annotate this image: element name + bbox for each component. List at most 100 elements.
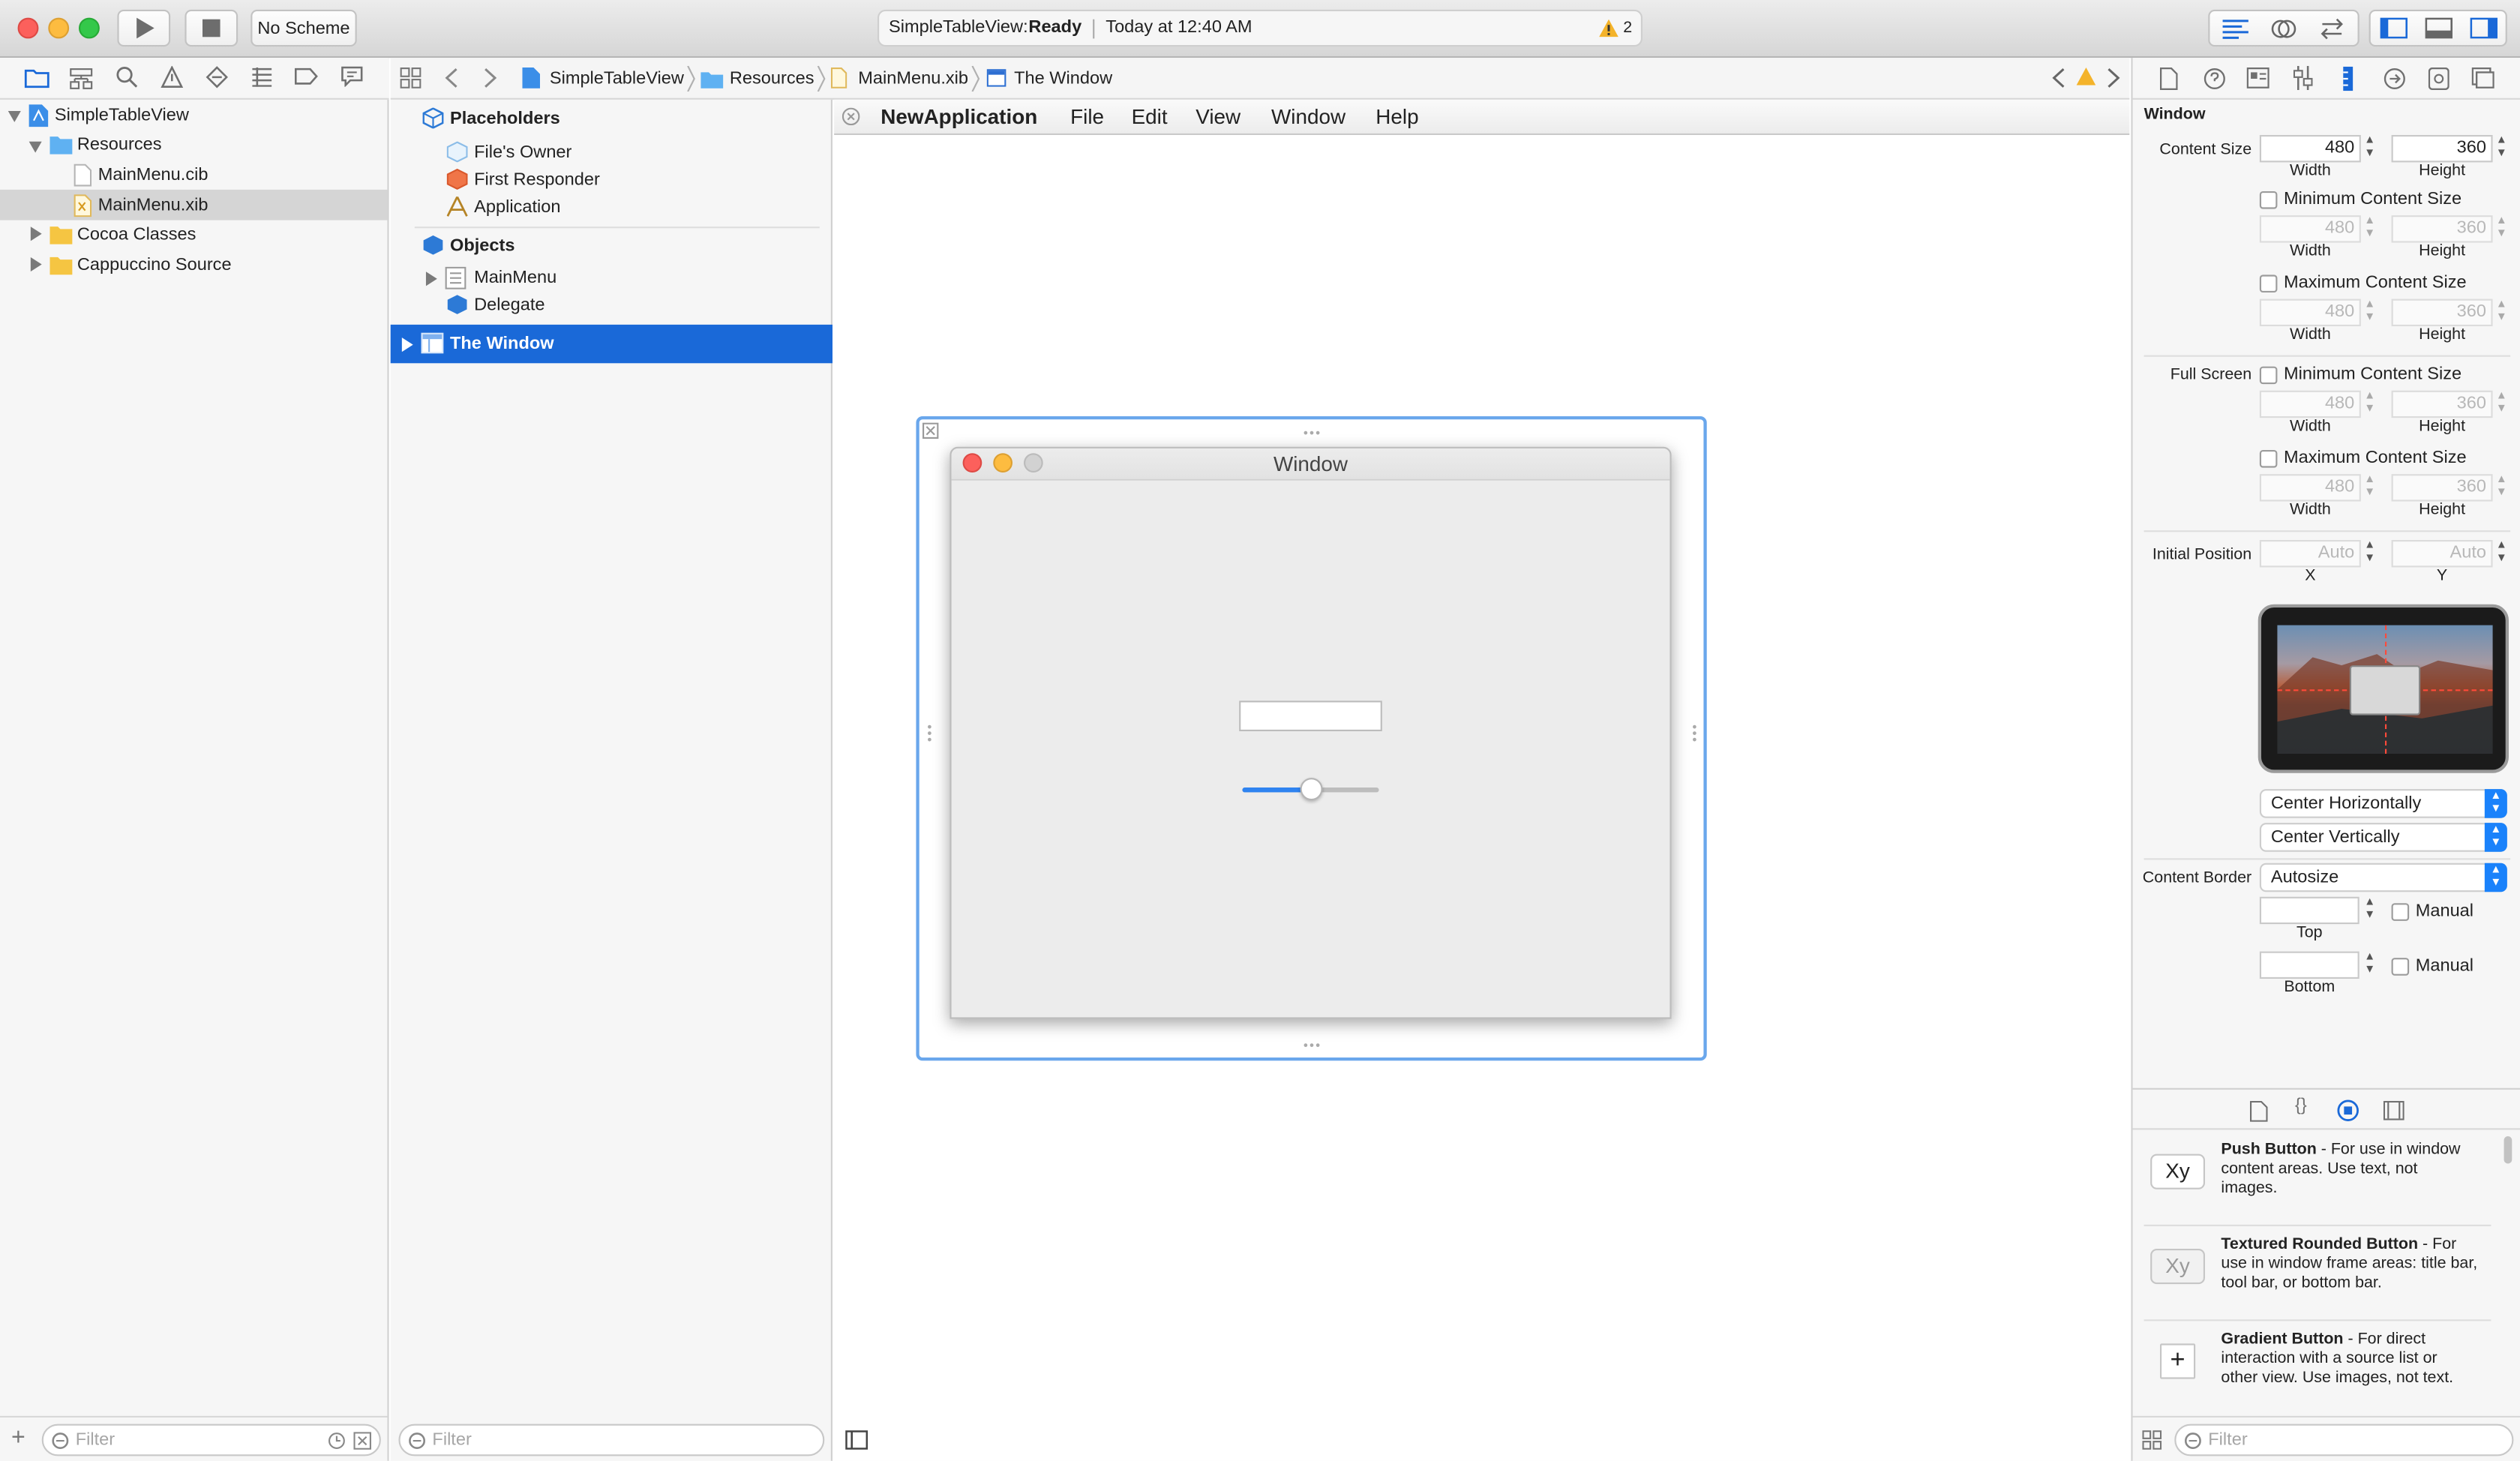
fs-max-height-stepper[interactable]: ▲ ▼: [2494, 474, 2509, 501]
bindings-inspector-icon[interactable]: [2428, 68, 2450, 90]
min-height-field[interactable]: 360: [2391, 215, 2493, 243]
slider-knob[interactable]: [1299, 778, 1322, 801]
navigator-item-mainmenu-cib[interactable]: MainMenu.cib: [98, 160, 208, 190]
border-bottom-field[interactable]: [2259, 951, 2360, 979]
height-stepper[interactable]: ▲ ▼: [2494, 135, 2509, 162]
min-width-stepper[interactable]: ▲ ▼: [2362, 215, 2377, 242]
menu-app-name[interactable]: NewApplication: [880, 103, 1037, 132]
resize-handle-top[interactable]: •••: [1304, 426, 1322, 440]
content-border-popup[interactable]: Autosize ▲ ▼: [2259, 862, 2507, 892]
find-navigator-icon[interactable]: [116, 66, 138, 88]
resize-handle-left[interactable]: • • •: [927, 721, 932, 746]
horizontal-position-popup[interactable]: Center Horizontally ▲ ▼: [2259, 789, 2507, 818]
disclosure-collapsed-icon[interactable]: [30, 226, 42, 242]
border-bottom-stepper[interactable]: ▲ ▼: [2362, 952, 2377, 979]
outline-item-first-responder[interactable]: First Responder: [474, 166, 600, 195]
max-content-size-checkbox[interactable]: [2259, 274, 2278, 292]
library-scrollbar-thumb[interactable]: [2504, 1136, 2512, 1164]
outline-item-mainmenu[interactable]: MainMenu: [474, 263, 556, 292]
debug-navigator-icon[interactable]: [250, 68, 273, 87]
related-items-icon[interactable]: [400, 68, 422, 88]
zoom-window-button[interactable]: [79, 17, 100, 39]
object-library-icon[interactable]: [2337, 1100, 2360, 1122]
navigator-item-resources[interactable]: Resources: [77, 130, 162, 160]
navigator-item-mainmenu-xib[interactable]: MainMenu.xib: [98, 191, 208, 220]
size-inspector-icon[interactable]: [2342, 66, 2354, 92]
media-library-icon[interactable]: [2383, 1100, 2404, 1120]
navigator-item-project[interactable]: SimpleTableView: [55, 101, 189, 130]
screen-position-preview[interactable]: [2258, 604, 2509, 773]
fs-min-width-field[interactable]: 480: [2259, 390, 2361, 418]
next-issue-icon[interactable]: [2107, 68, 2120, 88]
scm-status-icon[interactable]: [353, 1432, 371, 1450]
back-icon[interactable]: [445, 68, 458, 88]
breadcrumb-file[interactable]: MainMenu.xib: [858, 64, 968, 94]
debug-area-toggle-icon[interactable]: [2424, 17, 2452, 39]
assistant-editor-icon[interactable]: [2271, 17, 2296, 40]
menu-help[interactable]: Help: [1376, 103, 1418, 132]
resize-handle-right[interactable]: • • •: [1692, 721, 1696, 746]
breakpoint-navigator-icon[interactable]: [294, 68, 318, 86]
outline-item-delegate[interactable]: Delegate: [474, 291, 544, 320]
menu-bar-object[interactable]: NewApplication File Edit View Window Hel…: [834, 99, 2130, 135]
position-y-stepper[interactable]: ▲ ▼: [2494, 540, 2509, 567]
breadcrumb-resources[interactable]: Resources: [730, 64, 814, 94]
scheme-selector[interactable]: No Scheme: [250, 9, 357, 47]
outline-filter-input[interactable]: Filter: [398, 1424, 825, 1456]
border-top-stepper[interactable]: ▲ ▼: [2362, 897, 2377, 924]
issue-navigator-icon[interactable]: [160, 65, 184, 88]
utilities-toggle-icon[interactable]: [2469, 17, 2497, 39]
issue-warning-icon[interactable]: [2076, 68, 2096, 86]
run-button[interactable]: [117, 9, 171, 47]
add-file-icon[interactable]: +: [11, 1426, 26, 1450]
content-width-field[interactable]: 480: [2259, 135, 2361, 163]
version-editor-icon[interactable]: [2318, 17, 2348, 40]
minimize-window-button[interactable]: [48, 17, 70, 39]
test-navigator-icon[interactable]: [206, 66, 228, 88]
symbol-navigator-icon[interactable]: [69, 68, 93, 90]
library-filter-input[interactable]: Filter: [2174, 1424, 2514, 1456]
menu-close-icon[interactable]: [842, 107, 860, 126]
fs-min-content-size-checkbox[interactable]: [2259, 366, 2278, 385]
disclosure-collapsed-icon[interactable]: [401, 338, 413, 352]
fs-max-width-field[interactable]: 480: [2259, 474, 2361, 502]
warning-badge[interactable]: [1599, 19, 1618, 38]
file-template-library-icon[interactable]: [2250, 1100, 2268, 1122]
bottom-manual-checkbox[interactable]: [2391, 958, 2410, 976]
report-navigator-icon[interactable]: [340, 66, 363, 87]
breadcrumb-project[interactable]: SimpleTableView: [550, 64, 684, 94]
menu-view[interactable]: View: [1196, 103, 1240, 132]
fs-min-height-stepper[interactable]: ▲ ▼: [2494, 391, 2509, 418]
vertical-position-popup[interactable]: Center Vertically ▲ ▼: [2259, 823, 2507, 852]
border-top-field[interactable]: [2259, 896, 2360, 925]
menu-edit[interactable]: Edit: [1132, 103, 1168, 132]
menu-window[interactable]: Window: [1271, 103, 1346, 132]
navigator-item-cocoa-classes[interactable]: Cocoa Classes: [77, 220, 196, 250]
close-window-button[interactable]: [17, 17, 39, 39]
disclosure-collapsed-icon[interactable]: [30, 256, 42, 272]
project-navigator-icon[interactable]: [24, 68, 50, 88]
resize-handle-bottom[interactable]: •••: [1304, 1038, 1322, 1052]
window-position-marker[interactable]: [2349, 665, 2421, 716]
breadcrumb-window[interactable]: The Window: [1014, 64, 1112, 94]
forward-icon[interactable]: [484, 68, 497, 88]
recent-files-icon[interactable]: [328, 1432, 346, 1450]
window-object[interactable]: Window: [950, 446, 1672, 1019]
standard-editor-icon[interactable]: [2221, 17, 2250, 40]
file-inspector-icon[interactable]: [2160, 68, 2178, 90]
stop-button[interactable]: [184, 9, 238, 47]
position-x-field[interactable]: Auto: [2259, 540, 2361, 568]
position-y-field[interactable]: Auto: [2391, 540, 2493, 568]
min-width-field[interactable]: 480: [2259, 215, 2361, 243]
scene-close-icon[interactable]: [922, 422, 939, 439]
fs-max-content-size-checkbox[interactable]: [2259, 450, 2278, 468]
content-height-field[interactable]: 360: [2391, 135, 2493, 163]
fs-min-width-stepper[interactable]: ▲ ▼: [2362, 391, 2377, 418]
previous-issue-icon[interactable]: [2052, 68, 2065, 88]
top-manual-checkbox[interactable]: [2391, 903, 2410, 921]
effects-inspector-icon[interactable]: [2471, 68, 2494, 88]
grid-view-icon[interactable]: [2142, 1430, 2162, 1450]
outline-item-the-window[interactable]: The Window: [390, 324, 832, 364]
min-content-size-checkbox[interactable]: [2259, 190, 2278, 209]
attributes-inspector-icon[interactable]: [2293, 65, 2313, 90]
